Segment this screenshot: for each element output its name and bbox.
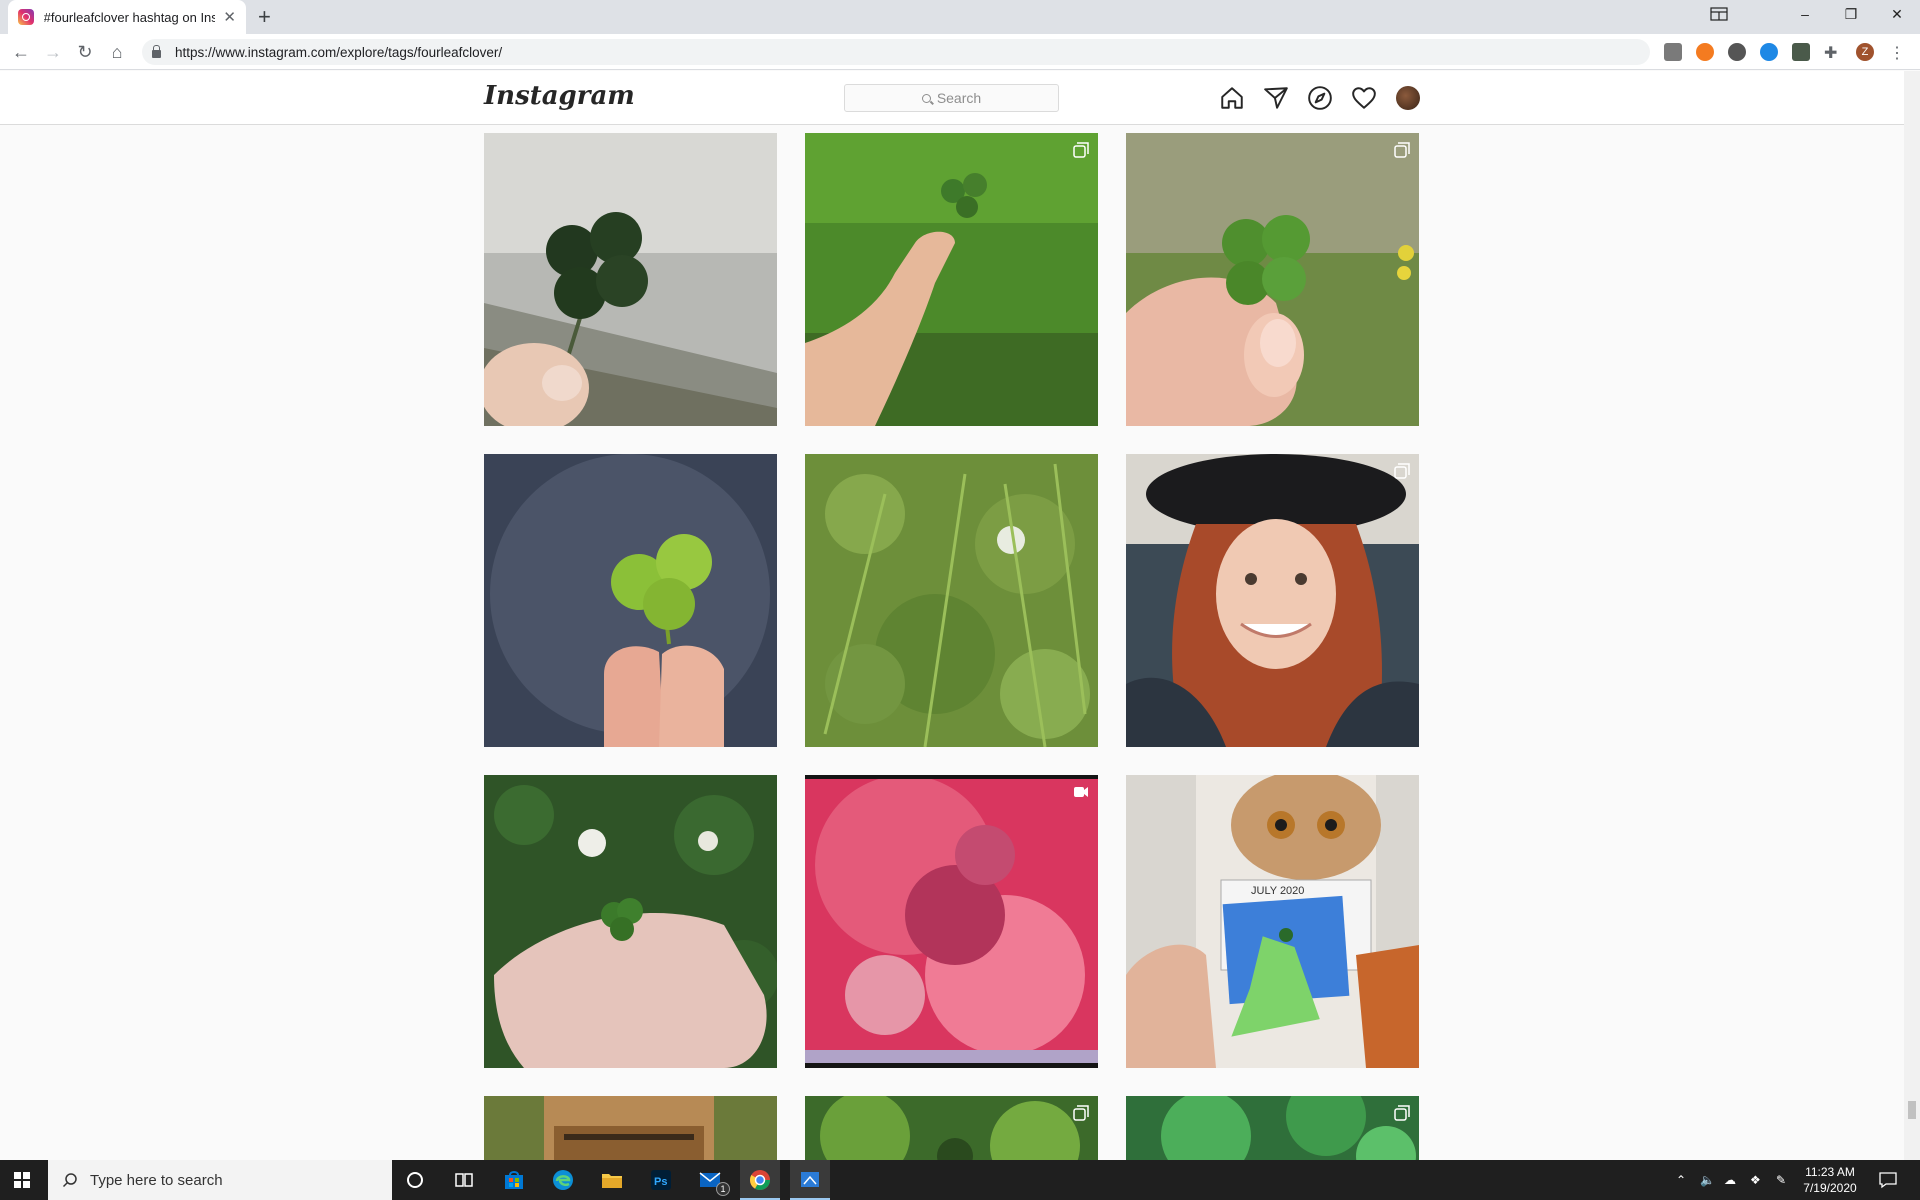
search-icon [62,1173,77,1188]
chrome-taskbar-active[interactable] [740,1160,780,1200]
volume-icon[interactable]: 🔈 [1700,1160,1715,1200]
svg-text:Ps: Ps [654,1176,667,1188]
extension-green-icon[interactable] [1792,43,1810,61]
notification-icon[interactable] [1878,1170,1898,1190]
chrome-icon [749,1170,770,1190]
back-icon[interactable]: ← [9,40,33,64]
explore-icon[interactable] [1307,85,1333,111]
new-tab-icon[interactable]: + [258,4,271,30]
file-explorer-icon[interactable] [600,1168,624,1192]
multiple-icon [1394,1105,1410,1121]
edge-icon[interactable] [551,1168,575,1192]
tab-search-icon[interactable] [1696,0,1742,28]
extension-g-icon[interactable] [1664,43,1682,61]
browser-tab[interactable]: #fourleafclover hashtag on Insta ✕ [8,0,246,34]
search-input[interactable]: Search [844,84,1059,112]
minimize-icon[interactable]: – [1782,0,1828,28]
extension-orange-icon[interactable] [1696,43,1714,61]
post-tile[interactable] [484,775,777,1068]
multiple-icon [1394,463,1410,479]
multiple-icon [1073,1105,1089,1121]
activity-heart-icon[interactable] [1351,85,1377,111]
post-tile[interactable] [1126,454,1419,747]
svg-text:JULY 2020: JULY 2020 [1251,885,1304,897]
dropbox-icon[interactable]: ❖ [1750,1160,1761,1200]
browser-tab-bar: #fourleafclover hashtag on Insta ✕ + – ❐… [0,0,1920,34]
snip-icon [801,1172,819,1187]
extensions-puzzle-icon[interactable]: ✚ [1824,43,1842,62]
browser-toolbar: ← → ↻ ⌂ https://www.instagram.com/explor… [0,34,1920,70]
multiple-icon [1073,142,1089,158]
windows-start-icon[interactable] [14,1172,30,1188]
post-tile[interactable] [1126,1096,1419,1160]
instagram-favicon-icon [18,9,34,25]
search-placeholder: Search [936,90,982,106]
instagram-logo[interactable]: Instagram [484,81,635,111]
lock-icon [152,45,161,58]
post-tile[interactable]: JULY 2020 [1126,775,1419,1068]
photoshop-icon[interactable]: Ps [649,1168,673,1192]
post-tile[interactable] [805,1096,1098,1160]
home-button-icon[interactable]: ⌂ [105,40,129,64]
windows-taskbar: Type here to search Ps 1 ⌃ 🔈 ☁ ❖ ✎ 11:23… [0,1160,1920,1200]
tab-close-icon[interactable]: ✕ [223,8,236,26]
post-tile[interactable] [805,775,1098,1068]
post-tile[interactable] [484,1096,777,1160]
post-tile[interactable] [484,133,777,426]
onedrive-icon[interactable]: ☁ [1724,1160,1736,1200]
video-icon [1074,787,1088,797]
clock-date: 7/19/2020 [1803,1181,1857,1195]
taskbar-search-input[interactable]: Type here to search [48,1160,392,1200]
store-icon[interactable] [502,1168,526,1192]
search-icon [921,93,931,103]
scrollbar-thumb[interactable] [1908,1101,1916,1119]
reload-icon[interactable]: ↻ [73,40,97,64]
profile-avatar[interactable] [1396,86,1420,110]
menu-kebab-icon[interactable]: ⋮ [1888,43,1906,62]
mail-badge: 1 [716,1182,730,1196]
taskbar-search-placeholder: Type here to search [90,1171,223,1189]
task-view-icon[interactable] [452,1168,476,1192]
url-text: https://www.instagram.com/explore/tags/f… [175,44,503,60]
post-tile[interactable] [1126,133,1419,426]
multiple-icon [1394,142,1410,158]
restore-icon[interactable]: ❐ [1828,0,1874,28]
extension-circle-icon[interactable] [1728,43,1746,61]
forward-icon[interactable]: → [41,40,65,64]
extension-blue-icon[interactable] [1760,43,1778,61]
pen-icon[interactable]: ✎ [1776,1160,1786,1200]
instagram-header: Instagram Search [0,71,1904,125]
address-bar[interactable]: https://www.instagram.com/explore/tags/f… [142,39,1650,65]
clock-time: 11:23 AM [1805,1165,1855,1179]
taskbar-clock[interactable]: 11:23 AM 7/19/2020 [1800,1164,1860,1196]
post-tile[interactable] [805,133,1098,426]
tray-chevron-icon[interactable]: ⌃ [1676,1160,1686,1200]
post-tile[interactable] [484,454,777,747]
home-icon[interactable] [1219,85,1245,111]
profile-avatar-icon[interactable]: Z [1856,43,1874,61]
tab-title: #fourleafclover hashtag on Insta [43,9,216,25]
window-close-icon[interactable]: ✕ [1874,0,1920,28]
snip-tool-taskbar-active[interactable] [790,1160,830,1200]
cortana-icon[interactable] [403,1168,427,1192]
post-tile[interactable] [805,454,1098,747]
direct-icon[interactable] [1263,85,1289,111]
page-scrollbar[interactable] [1904,71,1920,1160]
